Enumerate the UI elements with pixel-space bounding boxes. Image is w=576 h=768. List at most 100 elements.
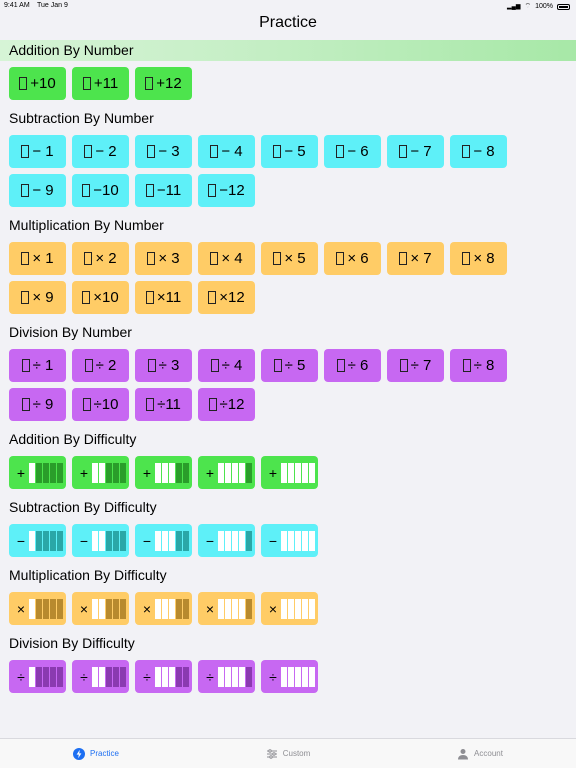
difficulty-bar bbox=[113, 666, 119, 687]
placeholder-box-icon bbox=[82, 291, 91, 304]
difficulty-tile[interactable]: ÷ bbox=[261, 660, 318, 693]
difficulty-bar bbox=[246, 530, 252, 551]
practice-tile[interactable]: × 1 bbox=[9, 242, 66, 275]
difficulty-bar bbox=[309, 462, 315, 483]
difficulty-tile[interactable]: ÷ bbox=[198, 660, 255, 693]
difficulty-tile[interactable]: ÷ bbox=[72, 660, 129, 693]
practice-tile[interactable]: +12 bbox=[135, 67, 192, 100]
practice-tile[interactable]: ÷10 bbox=[72, 388, 129, 421]
section-header: Multiplication By Number bbox=[9, 217, 164, 233]
practice-tile[interactable]: ÷11 bbox=[135, 388, 192, 421]
difficulty-tile[interactable]: + bbox=[135, 456, 192, 489]
difficulty-tile[interactable]: + bbox=[198, 456, 255, 489]
tile-label: × 9 bbox=[32, 289, 54, 306]
difficulty-bar bbox=[106, 598, 112, 619]
practice-tile[interactable]: × 3 bbox=[135, 242, 192, 275]
difficulty-tile[interactable]: + bbox=[9, 456, 66, 489]
practice-tile[interactable]: ÷ 2 bbox=[72, 349, 129, 382]
difficulty-tile[interactable]: − bbox=[198, 524, 255, 557]
difficulty-bar bbox=[302, 530, 308, 551]
operator-symbol: + bbox=[205, 464, 215, 481]
placeholder-box-icon bbox=[336, 252, 345, 265]
practice-tile[interactable]: × 2 bbox=[72, 242, 129, 275]
difficulty-bar bbox=[183, 462, 189, 483]
practice-tile[interactable]: − 6 bbox=[324, 135, 381, 168]
difficulty-bar bbox=[183, 598, 189, 619]
difficulty-bar bbox=[232, 530, 238, 551]
difficulty-tile[interactable]: ÷ bbox=[9, 660, 66, 693]
difficulty-tile[interactable]: − bbox=[72, 524, 129, 557]
practice-tile[interactable]: × 4 bbox=[198, 242, 255, 275]
practice-tile[interactable]: ÷ 5 bbox=[261, 349, 318, 382]
placeholder-box-icon bbox=[273, 252, 282, 265]
practice-tile[interactable]: − 4 bbox=[198, 135, 255, 168]
difficulty-tile[interactable]: × bbox=[261, 592, 318, 625]
practice-tile[interactable]: × 5 bbox=[261, 242, 318, 275]
difficulty-level-bars bbox=[155, 598, 189, 619]
practice-tile[interactable]: ×10 bbox=[72, 281, 129, 314]
tile-label: − 3 bbox=[158, 143, 180, 160]
practice-tile[interactable]: ÷12 bbox=[198, 388, 255, 421]
placeholder-box-icon bbox=[21, 184, 30, 197]
operator-symbol: × bbox=[268, 600, 278, 617]
difficulty-tile[interactable]: × bbox=[9, 592, 66, 625]
practice-tile[interactable]: −10 bbox=[72, 174, 129, 207]
practice-tile[interactable]: ÷ 1 bbox=[9, 349, 66, 382]
practice-tile[interactable]: × 8 bbox=[450, 242, 507, 275]
difficulty-bar bbox=[232, 666, 238, 687]
difficulty-bar bbox=[246, 598, 252, 619]
tile-label: ×10 bbox=[93, 289, 119, 306]
tab-practice[interactable]: Practice bbox=[0, 739, 192, 768]
tile-grid: +10 +11 +12 bbox=[0, 61, 576, 108]
section-header: Subtraction By Number bbox=[9, 110, 154, 126]
practice-tile[interactable]: − 3 bbox=[135, 135, 192, 168]
difficulty-bar bbox=[183, 530, 189, 551]
practice-tile[interactable]: ÷ 3 bbox=[135, 349, 192, 382]
difficulty-tile[interactable]: + bbox=[261, 456, 318, 489]
difficulty-bar bbox=[99, 598, 105, 619]
practice-tile[interactable]: ÷ 9 bbox=[9, 388, 66, 421]
practice-list[interactable]: Addition By Number +10 +11 +12 Subtraction B… bbox=[0, 40, 576, 701]
practice-tile[interactable]: ÷ 4 bbox=[198, 349, 255, 382]
difficulty-tile[interactable]: + bbox=[72, 456, 129, 489]
difficulty-tile[interactable]: × bbox=[198, 592, 255, 625]
tab-custom[interactable]: Custom bbox=[192, 739, 384, 768]
practice-tile[interactable]: − 5 bbox=[261, 135, 318, 168]
practice-tile[interactable]: −12 bbox=[198, 174, 255, 207]
difficulty-bar bbox=[246, 462, 252, 483]
tile-label: −10 bbox=[93, 182, 119, 199]
placeholder-box-icon bbox=[145, 77, 154, 90]
practice-tile[interactable]: − 9 bbox=[9, 174, 66, 207]
difficulty-bar bbox=[239, 598, 245, 619]
difficulty-tile[interactable]: ÷ bbox=[135, 660, 192, 693]
difficulty-tile[interactable]: − bbox=[135, 524, 192, 557]
practice-tile[interactable]: ÷ 8 bbox=[450, 349, 507, 382]
difficulty-bar bbox=[225, 666, 231, 687]
tile-label: ÷ 3 bbox=[158, 357, 180, 374]
practice-tile[interactable]: +11 bbox=[72, 67, 129, 100]
difficulty-bar bbox=[169, 462, 175, 483]
practice-tile[interactable]: −11 bbox=[135, 174, 192, 207]
practice-tile[interactable]: × 7 bbox=[387, 242, 444, 275]
tile-label: ÷ 6 bbox=[347, 357, 369, 374]
placeholder-box-icon bbox=[82, 184, 91, 197]
practice-tile[interactable]: ÷ 7 bbox=[387, 349, 444, 382]
practice-tile[interactable]: − 2 bbox=[72, 135, 129, 168]
difficulty-tile[interactable]: × bbox=[72, 592, 129, 625]
practice-tile[interactable]: ×12 bbox=[198, 281, 255, 314]
practice-tile[interactable]: − 7 bbox=[387, 135, 444, 168]
difficulty-tile[interactable]: × bbox=[135, 592, 192, 625]
practice-tile[interactable]: ÷ 6 bbox=[324, 349, 381, 382]
placeholder-box-icon bbox=[273, 359, 282, 372]
practice-tile[interactable]: +10 bbox=[9, 67, 66, 100]
practice-tile[interactable]: × 6 bbox=[324, 242, 381, 275]
tab-account[interactable]: Account bbox=[384, 739, 576, 768]
practice-tile[interactable]: − 8 bbox=[450, 135, 507, 168]
difficulty-bar bbox=[36, 598, 42, 619]
practice-tile[interactable]: × 9 bbox=[9, 281, 66, 314]
difficulty-tile[interactable]: − bbox=[9, 524, 66, 557]
practice-tile[interactable]: − 1 bbox=[9, 135, 66, 168]
practice-tile[interactable]: ×11 bbox=[135, 281, 192, 314]
difficulty-level-bars bbox=[29, 666, 63, 687]
difficulty-tile[interactable]: − bbox=[261, 524, 318, 557]
